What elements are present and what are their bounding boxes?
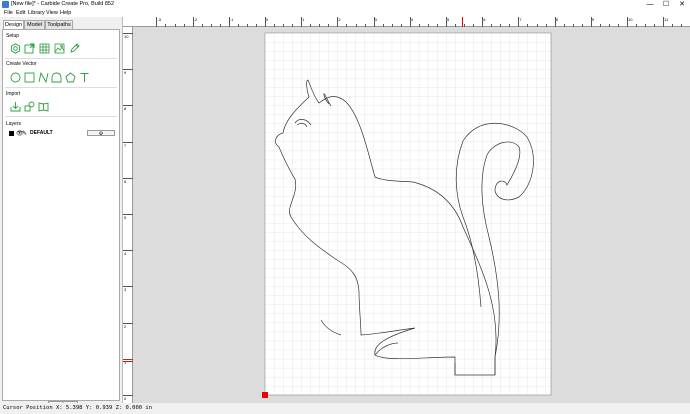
menu-bar: File Edit Library View Help [0, 9, 690, 17]
menu-view[interactable]: View [46, 9, 58, 17]
maximize-button[interactable]: ☐ [658, 0, 674, 9]
gear-icon[interactable] [10, 43, 21, 54]
window-title: [New file]* - Carbide Create Pro, Build … [11, 1, 115, 7]
layer-options-button[interactable]: ⚙ [87, 130, 115, 137]
menu-edit[interactable]: Edit [16, 9, 25, 17]
section-layers-label: Layers [6, 121, 22, 127]
design-canvas[interactable] [123, 17, 690, 403]
design-panel: Setup Create Vector Import Layers 👁 ✎ DE… [2, 29, 120, 408]
layer-row[interactable]: 👁 ✎ DEFAULT ⚙ [7, 130, 117, 138]
circle-icon[interactable] [10, 72, 21, 83]
canvas-area[interactable]: -3 -2 -1 0 1 2 3 4 5 6 7 8 9 10 11 10 9 8 7 6 5 4 3 2 1 0 [123, 17, 690, 403]
close-button[interactable]: ✕ [674, 0, 690, 9]
image-icon[interactable] [54, 43, 65, 54]
tab-toolpaths[interactable]: Toolpaths [45, 20, 73, 29]
pencil-icon[interactable] [69, 43, 80, 54]
layer-color-swatch[interactable] [9, 131, 14, 136]
curve-icon[interactable] [38, 72, 49, 83]
left-panel: Design Model Toolpaths Setup Create Vect… [0, 17, 123, 408]
polygon-icon[interactable] [51, 72, 62, 83]
minimize-button[interactable]: — [642, 0, 658, 9]
cursor-position-readout: Cursor Position X: 5.398 Y: 0.939 Z: 0.0… [3, 405, 153, 411]
import-icon[interactable] [10, 101, 21, 112]
shapes-icon[interactable] [24, 101, 35, 112]
grid-icon[interactable] [39, 43, 50, 54]
menu-file[interactable]: File [4, 9, 13, 17]
origin-marker [262, 392, 268, 398]
section-import-label: Import [6, 91, 21, 97]
tab-model[interactable]: Model [24, 20, 45, 29]
title-bar: [New file]* - Carbide Create Pro, Build … [0, 0, 690, 9]
grid-overlay [265, 33, 551, 395]
text-icon[interactable] [79, 72, 90, 83]
library-book-icon[interactable] [38, 101, 49, 112]
divider [5, 87, 117, 88]
section-setup-label: Setup [6, 33, 20, 39]
app-icon [2, 1, 9, 8]
menu-help[interactable]: Help [60, 9, 71, 17]
edit-layer-icon[interactable]: ✎ [22, 130, 27, 137]
rectangle-icon[interactable] [24, 72, 35, 83]
divider [5, 116, 117, 117]
menu-library[interactable]: Library [28, 9, 45, 17]
divider [5, 58, 117, 59]
layer-name: DEFAULT [30, 130, 53, 136]
status-bar: Cursor Position X: 5.398 Y: 0.939 Z: 0.0… [0, 403, 690, 414]
section-create-vector-label: Create Vector [6, 61, 37, 67]
pentagon-icon[interactable] [65, 72, 76, 83]
resize-icon[interactable] [24, 43, 35, 54]
